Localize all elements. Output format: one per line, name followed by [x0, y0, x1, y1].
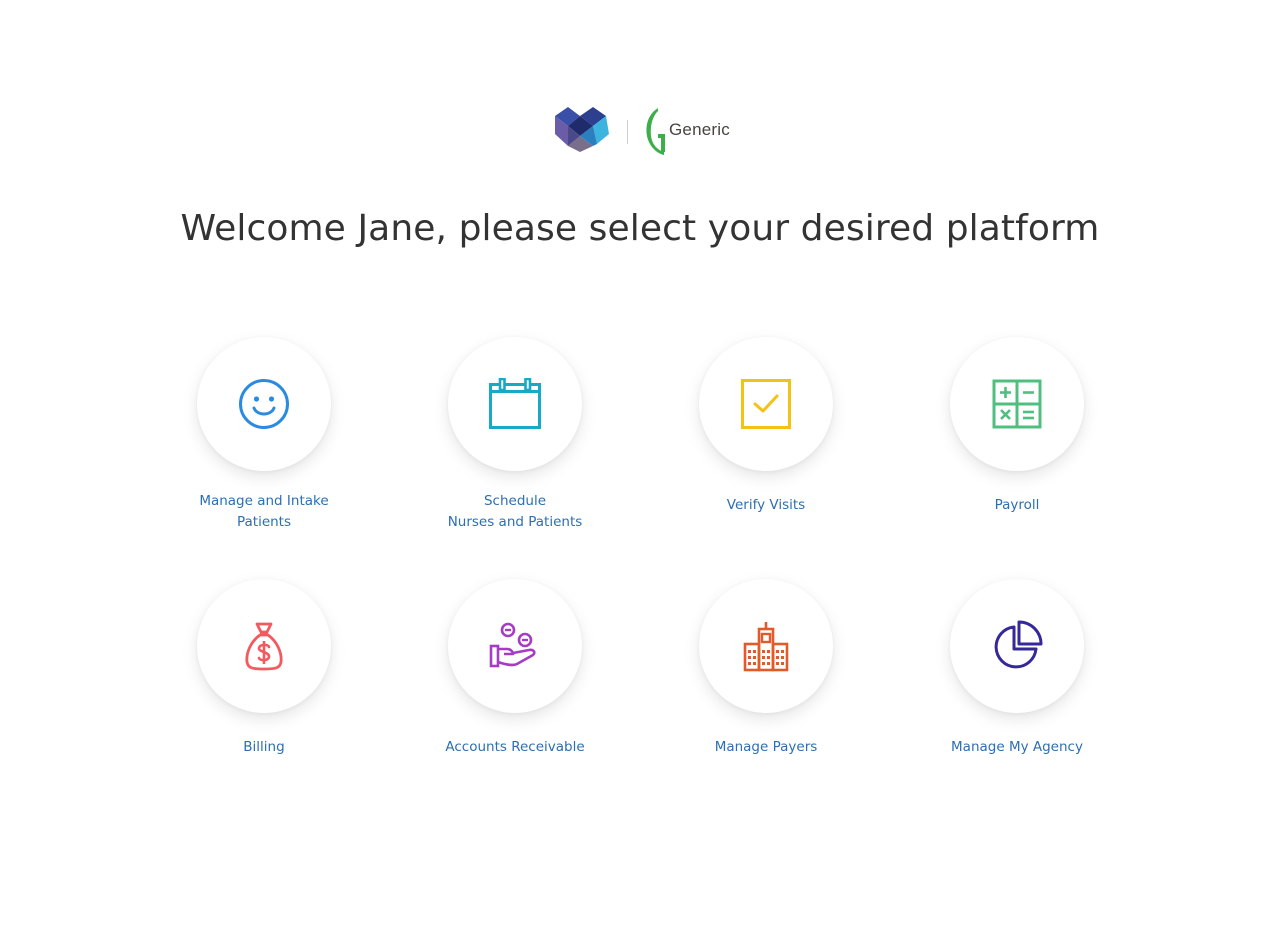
- platform-tile-manage-payers[interactable]: Manage Payers: [666, 579, 866, 758]
- platform-icon-circle[interactable]: [448, 337, 582, 471]
- smiley-face-icon: [239, 379, 289, 429]
- platform-label-line2: Patients: [236, 514, 292, 530]
- platform-tile-billing[interactable]: Billing: [164, 579, 364, 758]
- platform-icon-circle[interactable]: [197, 337, 331, 471]
- platform-icon-circle[interactable]: [950, 337, 1084, 471]
- platform-label: Schedule Nurses and Patients: [415, 491, 615, 533]
- platform-label: Payroll: [917, 495, 1117, 516]
- platform-label: Manage My Agency: [917, 737, 1117, 758]
- platform-label-line2: Nurses and Patients: [447, 514, 583, 530]
- logo-divider: [627, 120, 628, 144]
- platform-tile-manage-agency[interactable]: Manage My Agency: [917, 579, 1117, 758]
- money-bag-icon: [245, 622, 283, 671]
- platform-label: Billing: [164, 737, 364, 758]
- platform-label: Accounts Receivable: [415, 737, 615, 758]
- partner-logo-text: Generic: [669, 120, 730, 139]
- platform-label-line1: Billing: [243, 739, 285, 755]
- platform-label: Manage Payers: [666, 737, 866, 758]
- platform-tile-accounts-receivable[interactable]: Accounts Receivable: [415, 579, 615, 758]
- platform-icon-circle[interactable]: [448, 579, 582, 713]
- platform-icon-circle[interactable]: [950, 579, 1084, 713]
- welcome-heading: Welcome Jane, please select your desired…: [180, 208, 1100, 249]
- platform-icon-circle[interactable]: [197, 579, 331, 713]
- platform-icon-circle[interactable]: [699, 337, 833, 471]
- buildings-icon: [743, 622, 789, 672]
- platform-label: Verify Visits: [666, 495, 866, 516]
- platform-label-line1: Manage Payers: [714, 739, 818, 755]
- calendar-icon: [489, 378, 541, 429]
- platform-label-line1: Manage My Agency: [951, 739, 1083, 755]
- platform-tile-verify-visits[interactable]: Verify Visits: [666, 337, 866, 516]
- partner-logo-icon: [646, 108, 665, 155]
- platform-tile-manage-patients[interactable]: Manage and Intake Patients: [164, 337, 364, 533]
- platform-label-line1: Payroll: [994, 497, 1040, 513]
- checkbox-icon: [741, 379, 791, 429]
- logo-bar: Generic: [0, 104, 1280, 160]
- platform-label-line1: Verify Visits: [726, 497, 806, 513]
- pie-chart-icon: [994, 620, 1043, 669]
- platform-label-line1: Schedule: [483, 493, 547, 509]
- platform-tile-schedule[interactable]: Schedule Nurses and Patients: [415, 337, 615, 533]
- platform-label-line1: Manage and Intake: [199, 493, 329, 509]
- platform-label-line1: Accounts Receivable: [445, 739, 585, 755]
- hand-coins-icon: [489, 622, 536, 668]
- platform-tile-payroll[interactable]: Payroll: [917, 337, 1117, 516]
- calculator-icon: [992, 379, 1042, 429]
- platform-label: Manage and Intake Patients: [164, 491, 364, 533]
- platform-icon-circle[interactable]: [699, 579, 833, 713]
- company-logo-icon: [555, 107, 609, 152]
